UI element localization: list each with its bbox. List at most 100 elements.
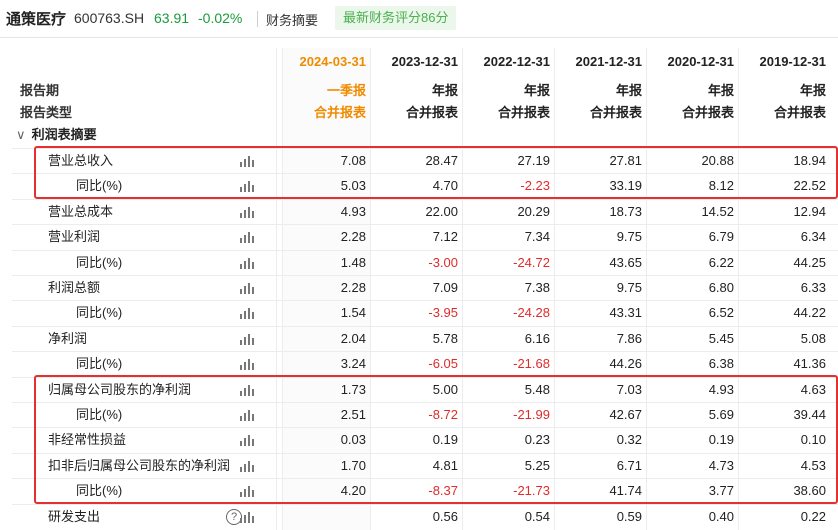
- bar-chart-icon[interactable]: [240, 409, 254, 421]
- row-label: 净利润: [48, 330, 88, 346]
- bar-chart-icon[interactable]: [240, 155, 254, 167]
- table-row[interactable]: 同比(%) 5.03 4.70 -2.23 33.19 8.12 22.52: [12, 173, 838, 197]
- table-cell: 2.04: [340, 330, 366, 346]
- column-header-merge: 合并报表: [773, 105, 826, 120]
- table-row[interactable]: 利润总额 2.28 7.09 7.38 9.75 6.80 6.33: [12, 275, 838, 299]
- table-cell: 7.38: [524, 280, 550, 295]
- table-cell: 4.63: [800, 381, 826, 397]
- table-cell: -2.23: [520, 178, 550, 194]
- row-label: 营业总成本: [48, 203, 114, 219]
- table-cell: 7.08: [340, 153, 366, 168]
- table-cell: 5.48: [524, 381, 550, 397]
- tab-financial-summary[interactable]: 财务摘要: [266, 10, 318, 29]
- table-cell: 0.19: [708, 432, 734, 448]
- table-cell: 2.28: [340, 229, 366, 245]
- column-header-date[interactable]: 2019-12-31: [738, 54, 827, 69]
- table-row[interactable]: 同比(%) 1.48 -3.00 -24.72 43.65 6.22 44.25: [12, 249, 838, 274]
- table-cell: 4.81: [432, 457, 458, 473]
- table-cell: 0.10: [800, 432, 826, 448]
- table-cell: 22.52: [793, 178, 826, 194]
- table-cell: 0.03: [340, 432, 366, 448]
- table-row[interactable]: 净利润 2.04 5.78 6.16 7.86 5.45 5.08: [12, 325, 838, 350]
- bar-chart-icon[interactable]: [240, 358, 254, 371]
- bar-chart-icon[interactable]: [240, 180, 254, 193]
- table-cell: 0.59: [616, 508, 642, 524]
- table-row[interactable]: 研发支出? 0.56 0.54 0.59 0.40 0.22: [12, 503, 838, 528]
- table-cell: 1.54: [340, 305, 366, 321]
- table-cell: 4.20: [340, 483, 366, 499]
- table-row[interactable]: 同比(%) 1.54 -3.95 -24.28 43.31 6.52 44.22: [12, 300, 838, 324]
- table-cell: 8.12: [708, 178, 734, 194]
- row-label: 扣非后归属母公司股东的净利润: [48, 457, 231, 473]
- bar-chart-icon[interactable]: [240, 485, 254, 498]
- table-cell: 4.93: [340, 203, 366, 219]
- table-cell: 6.38: [708, 356, 734, 372]
- column-header-date[interactable]: 2020-12-31: [646, 54, 735, 69]
- stock-header-bar: 通策医疗 600763.SH 63.91 -0.02% 财务摘要 最新财务评分8…: [0, 0, 838, 38]
- table-cell: 6.80: [708, 280, 734, 295]
- table-cell: 3.77: [708, 483, 734, 499]
- table-cell: 12.94: [793, 203, 826, 219]
- table-cell: -3.95: [428, 305, 458, 321]
- table-cell: 5.69: [708, 407, 734, 422]
- table-cell: 0.23: [524, 432, 550, 448]
- bar-chart-icon[interactable]: [240, 460, 254, 472]
- table-cell: 42.67: [609, 407, 642, 422]
- row-label: 同比(%): [76, 356, 123, 372]
- column-header-type: 一季报: [326, 83, 366, 98]
- bar-chart-icon[interactable]: [240, 307, 254, 320]
- bar-chart-icon[interactable]: [240, 333, 254, 345]
- report-type-label: 报告类型: [20, 105, 73, 120]
- column-header-type: 年报: [615, 83, 642, 98]
- table-cell: 5.78: [432, 330, 458, 346]
- table-cell: 6.16: [524, 330, 550, 346]
- table-cell: 1.48: [340, 254, 366, 270]
- table-row[interactable]: 扣非后归属母公司股东的净利润 1.70 4.81 5.25 6.71 4.73 4.53: [12, 452, 838, 477]
- table-cell: 4.93: [708, 381, 734, 397]
- bar-chart-icon[interactable]: [240, 282, 254, 294]
- section-header-income[interactable]: ∨ 利润表摘要: [16, 124, 97, 146]
- table-row[interactable]: 营业总收入 7.08 28.47 27.19 27.81 20.88 18.94: [12, 148, 838, 172]
- table-cell: 3.24: [340, 356, 366, 372]
- table-row[interactable]: 营业利润 2.28 7.12 7.34 9.75 6.79 6.34: [12, 224, 838, 248]
- bar-chart-icon[interactable]: [240, 231, 254, 244]
- column-header-date[interactable]: 2024-03-31: [282, 54, 367, 69]
- row-label: 非经常性损益: [48, 432, 127, 448]
- table-row[interactable]: 同比(%) 2.51 -8.72 -21.99 42.67 5.69 39.44: [12, 402, 838, 426]
- table-cell: 6.33: [800, 280, 826, 295]
- column-header-date[interactable]: 2023-12-31: [370, 54, 459, 69]
- bar-chart-icon[interactable]: [240, 434, 254, 447]
- table-cell: 7.34: [524, 229, 550, 245]
- stock-price: 63.91: [154, 10, 190, 26]
- report-period-label: 报告期: [20, 83, 60, 98]
- table-cell: 0.40: [708, 508, 734, 524]
- column-header-date[interactable]: 2022-12-31: [462, 54, 551, 69]
- table-row[interactable]: 同比(%) 3.24 -6.05 -21.68 44.26 6.38 41.36: [12, 351, 838, 375]
- column-header-type: 年报: [431, 83, 458, 98]
- table-row[interactable]: 归属母公司股东的净利润 1.73 5.00 5.48 7.03 4.93 4.63: [12, 376, 838, 401]
- table-row[interactable]: 营业总成本 4.93 22.00 20.29 18.73 14.52 12.94: [12, 198, 838, 223]
- table-row[interactable]: 同比(%) 4.20 -8.37 -21.73 41.74 3.77 38.60: [12, 478, 838, 502]
- table-row[interactable]: 非经常性损益 0.03 0.19 0.23 0.32 0.19 0.10: [12, 427, 838, 451]
- row-label: 同比(%): [76, 483, 123, 499]
- table-cell: 6.22: [708, 254, 734, 270]
- table-cell: 6.71: [616, 457, 642, 473]
- bar-chart-icon[interactable]: [240, 384, 254, 396]
- divider: [257, 11, 258, 27]
- bar-chart-icon[interactable]: [240, 511, 254, 523]
- table-cell: -24.72: [513, 254, 550, 270]
- table-cell: 9.75: [616, 280, 642, 295]
- table-cell: 20.29: [517, 203, 550, 219]
- row-label: 同比(%): [76, 254, 123, 270]
- table-cell: 7.12: [432, 229, 458, 245]
- bar-chart-icon[interactable]: [240, 257, 254, 269]
- column-header-date[interactable]: 2021-12-31: [554, 54, 643, 69]
- column-header-type: 年报: [799, 83, 826, 98]
- table-cell: 0.19: [432, 432, 458, 448]
- column-header-merge: 合并报表: [405, 105, 458, 120]
- financial-score-badge[interactable]: 最新财务评分86分: [335, 6, 457, 30]
- row-label: 营业总收入: [48, 153, 114, 168]
- bar-chart-icon[interactable]: [240, 206, 254, 218]
- column-header-merge: 合并报表: [313, 105, 366, 120]
- table-cell: 33.19: [609, 178, 642, 194]
